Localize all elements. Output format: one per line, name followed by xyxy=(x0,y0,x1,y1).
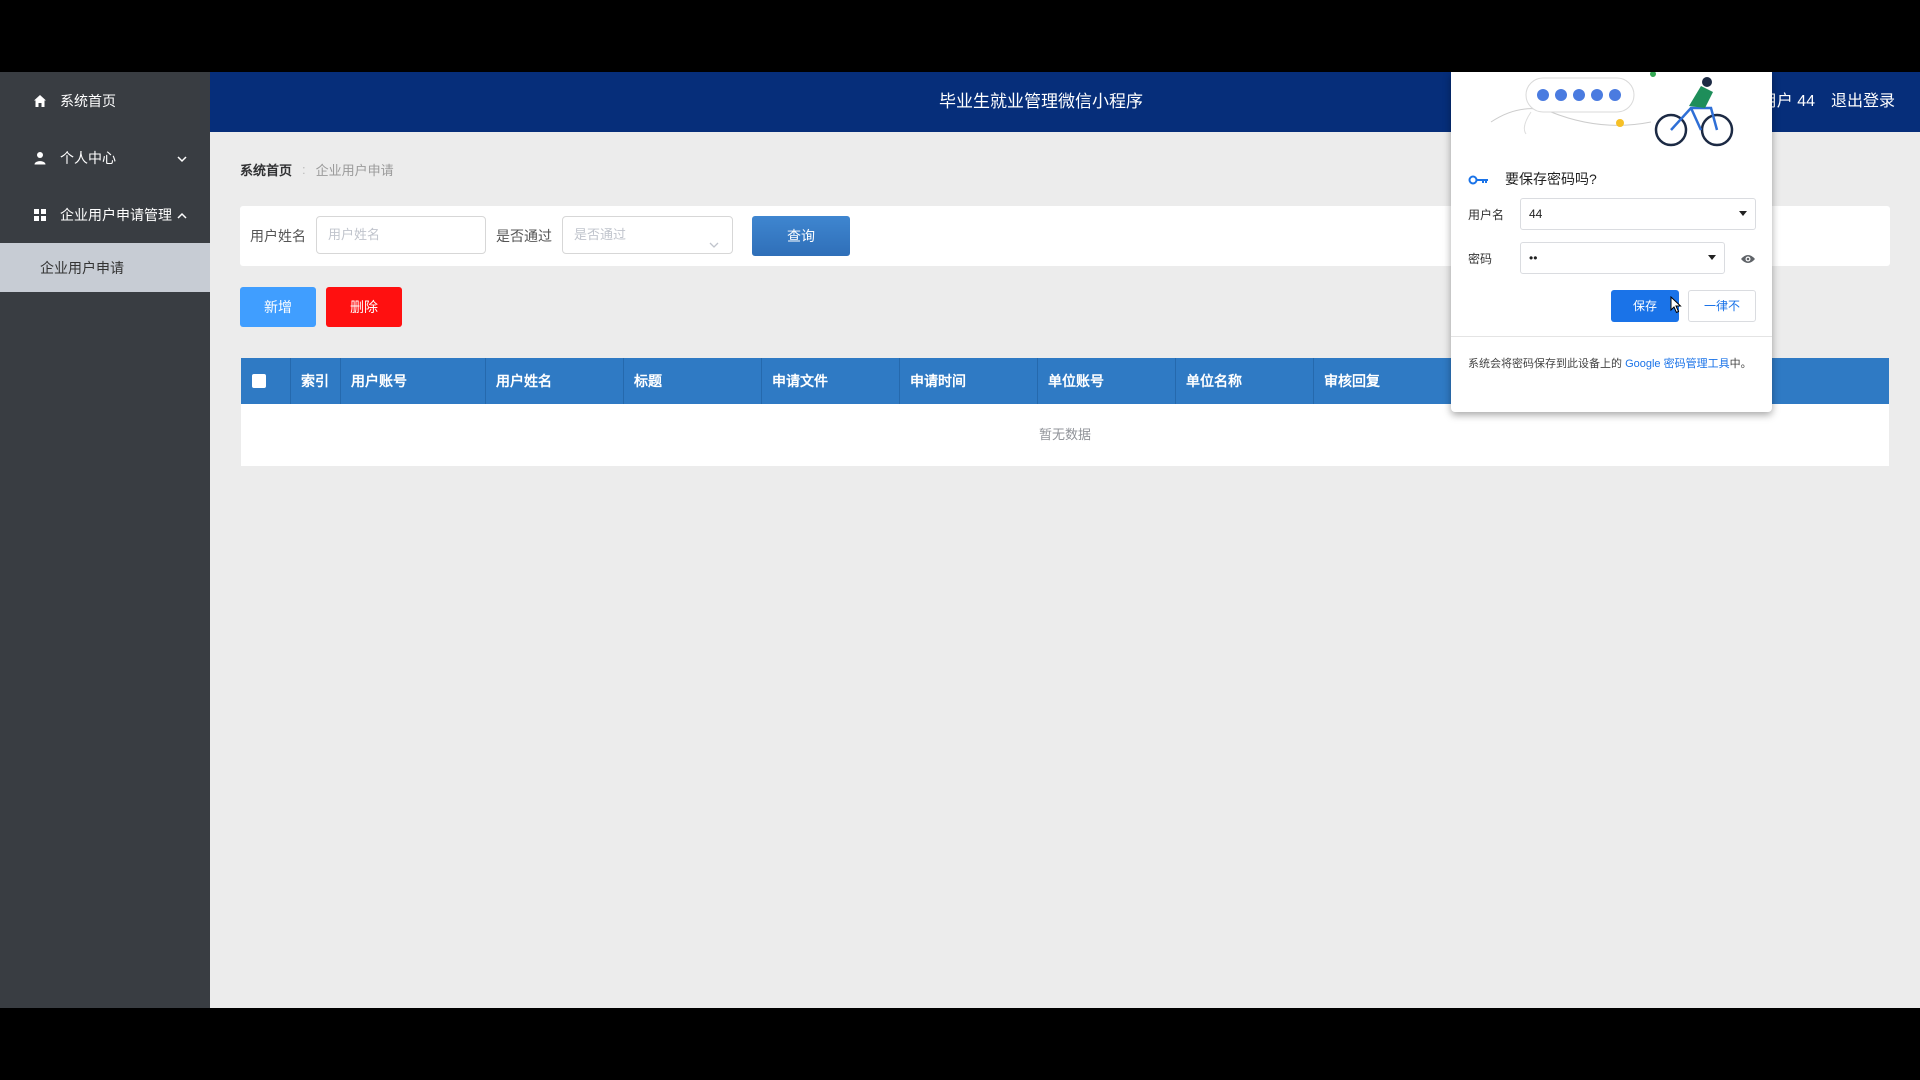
footer-end: 中。 xyxy=(1729,358,1752,370)
chevron-down-icon xyxy=(708,229,720,248)
passed-filter-placeholder: 是否通过 xyxy=(574,227,627,242)
dropdown-arrow-icon xyxy=(1708,255,1716,260)
password-illustration xyxy=(1490,72,1734,147)
chevron-up-icon xyxy=(176,209,188,221)
app-screen: 系统首页 个人中心 企业用户申请管理 企业用户申请 毕业生就业管理微信小程序 用… xyxy=(0,72,1920,1008)
sidebar-item-profile[interactable]: 个人中心 xyxy=(0,129,210,186)
name-filter-label: 用户姓名 xyxy=(250,228,306,244)
save-password-popup: 要保存密码吗? 用户名 44 密码 •• 保存 一律不 系统会将密码保存到此设备… xyxy=(1451,72,1772,412)
username-value: 44 xyxy=(1529,207,1543,221)
column-header[interactable]: 索引 xyxy=(291,358,341,404)
save-password-button[interactable]: 保存 xyxy=(1611,290,1679,322)
sidebar-item-label: 系统首页 xyxy=(60,92,116,109)
show-password-icon[interactable] xyxy=(1740,252,1756,270)
passed-filter-select[interactable]: 是否通过 xyxy=(562,216,733,254)
column-header[interactable]: 申请文件 xyxy=(762,358,900,404)
sidebar: 系统首页 个人中心 企业用户申请管理 企业用户申请 xyxy=(0,72,210,1008)
never-save-button[interactable]: 一律不 xyxy=(1688,290,1756,322)
add-button[interactable]: 新增 xyxy=(240,287,316,327)
column-header[interactable]: 用户账号 xyxy=(341,358,486,404)
user-icon xyxy=(32,150,48,166)
password-label: 密码 xyxy=(1468,252,1493,266)
popup-title: 要保存密码吗? xyxy=(1505,171,1597,187)
sidebar-subitem-enterprise-apply[interactable]: 企业用户申请 xyxy=(0,243,210,292)
breadcrumb-home[interactable]: 系统首页 xyxy=(240,160,292,179)
column-header[interactable]: 申请时间 xyxy=(900,358,1038,404)
username-select[interactable]: 44 xyxy=(1520,198,1756,230)
breadcrumb-separator: : xyxy=(302,162,306,177)
delete-button[interactable]: 删除 xyxy=(326,287,402,327)
username-label: 用户名 xyxy=(1468,208,1505,222)
sidebar-item-label: 企业用户申请管理 xyxy=(60,206,172,223)
breadcrumb-current: 企业用户申请 xyxy=(315,163,394,178)
sidebar-item-enterprise-apply-mgmt[interactable]: 企业用户申请管理 xyxy=(0,186,210,243)
empty-table-message: 暂无数据 xyxy=(1038,427,1091,442)
sidebar-item-home[interactable]: 系统首页 xyxy=(0,72,210,129)
password-manager-link[interactable]: Google 密码管理工具 xyxy=(1625,358,1730,370)
column-header[interactable]: 单位账号 xyxy=(1038,358,1176,404)
key-icon xyxy=(1468,172,1490,190)
password-select[interactable]: •• xyxy=(1520,242,1725,274)
column-header[interactable]: 用户姓名 xyxy=(486,358,624,404)
query-button[interactable]: 查询 xyxy=(752,216,850,256)
breadcrumb: 系统首页 : 企业用户申请 xyxy=(240,160,394,179)
footer-text: 系统会将密码保存到此设备上的 xyxy=(1468,358,1626,370)
mouse-pointer-icon xyxy=(1670,295,1682,319)
header-select-cell xyxy=(241,358,291,404)
passed-filter-label: 是否通过 xyxy=(496,228,552,244)
popup-footer: 系统会将密码保存到此设备上的 Google 密码管理工具中。 xyxy=(1468,355,1758,374)
dropdown-arrow-icon xyxy=(1739,211,1747,216)
name-filter-input[interactable]: 用户姓名 xyxy=(316,216,486,254)
password-value: •• xyxy=(1529,251,1538,265)
column-header[interactable]: 审核回复 xyxy=(1314,358,1452,404)
grid-icon xyxy=(32,207,48,223)
column-header[interactable]: 标题 xyxy=(624,358,762,404)
logout-link[interactable]: 退出登录 xyxy=(1831,72,1895,132)
sidebar-item-label: 个人中心 xyxy=(60,149,116,166)
select-all-checkbox[interactable] xyxy=(252,374,266,388)
popup-divider xyxy=(1451,336,1772,337)
column-header[interactable]: 单位名称 xyxy=(1176,358,1314,404)
chevron-down-icon xyxy=(176,152,188,164)
home-icon xyxy=(32,93,48,109)
